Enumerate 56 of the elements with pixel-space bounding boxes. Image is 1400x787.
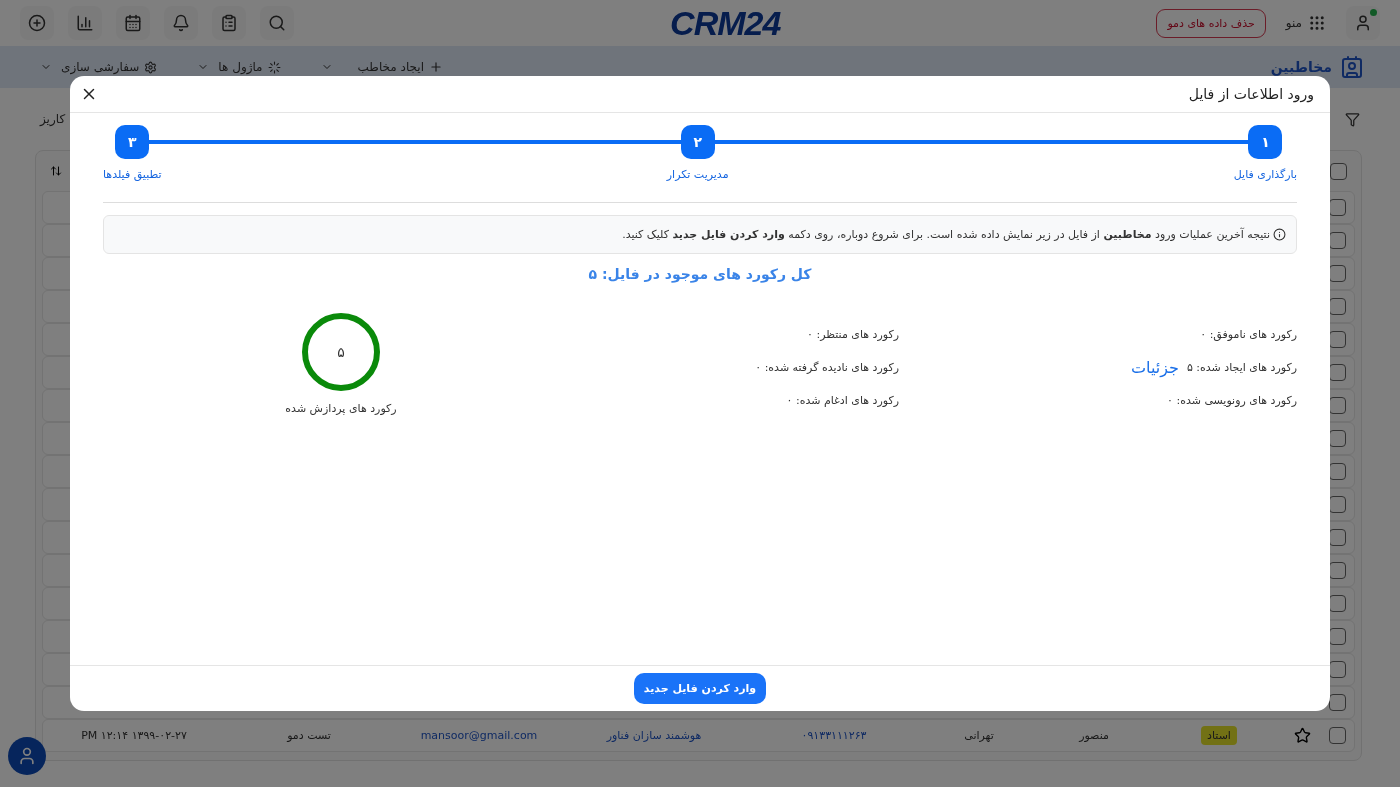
stat-text: رکورد های رونویسی شده: ۰ [1167, 394, 1297, 407]
grid-icon [1308, 14, 1326, 32]
user-button[interactable] [1346, 6, 1380, 40]
stat-text: رکورد های ایجاد شده: ۵ [1186, 361, 1297, 374]
toolbar-action[interactable]: سفارشی سازی [40, 60, 158, 74]
step-label: بارگذاری فایل [1233, 168, 1297, 181]
import-new-file-button[interactable]: وارد کردن فایل جدید [633, 673, 767, 704]
filter-text: کاریز [40, 112, 66, 126]
bell-icon[interactable] [164, 6, 198, 40]
tag: استاد [1201, 726, 1237, 745]
clipboard-icon[interactable] [212, 6, 246, 40]
stat-text: رکورد های نادیده گرفته شده: ۰ [755, 361, 899, 374]
sort-icon[interactable] [50, 165, 62, 177]
add-icon[interactable] [20, 6, 54, 40]
table-cell-text: تهرانی [963, 729, 995, 742]
page-title: مخاطبین [1270, 59, 1332, 75]
step-number[interactable]: ۳ [115, 125, 150, 159]
notice-text: نتیجه آخرین عملیات ورود مخاطبین از فایل در زیر نمایش داده شده است. برای شروع دوباره، روی دکمه وارد کردن فایل جدید کلیک کنید. [622, 228, 1270, 241]
stat-text: رکورد های منتظر: ۰ [807, 328, 899, 341]
email-link[interactable]: mansoor@gmail.com [404, 729, 554, 742]
toolbar-action[interactable]: ایجاد مخاطب [320, 60, 443, 74]
checkbox[interactable] [1330, 162, 1347, 180]
info-icon [1273, 228, 1286, 241]
ring-label: رکورد های پردازش شده [285, 402, 397, 415]
checkbox[interactable] [1329, 727, 1346, 744]
stat-text: رکورد های ناموفق: ۰ [1200, 328, 1297, 341]
logo: CRM24 [670, 3, 781, 43]
contacts-icon [1340, 55, 1364, 79]
table-cell-text: منصور [1077, 729, 1110, 742]
table-cell-text: ۱۳۹۹-۰۲-۲۷ ۱۲:۱۴ PM [80, 729, 188, 742]
step-number[interactable]: ۲ [680, 125, 715, 159]
phone-link[interactable]: ۰۹۱۳۳۱۱۱۲۶۳ [754, 729, 914, 742]
step-label: مدیریت تکرار [666, 168, 729, 181]
details-link[interactable]: جزئیات [1131, 358, 1179, 377]
delete-demo-button[interactable]: حذف داده های دمو [1156, 8, 1266, 38]
filter-icon[interactable] [1345, 111, 1360, 127]
user-avatar-button[interactable] [8, 737, 46, 775]
checkbox[interactable] [1329, 694, 1346, 711]
toolbar-action[interactable]: ماژول ها [197, 60, 281, 74]
plus-icon [428, 60, 443, 74]
menu-button[interactable]: منو [1279, 10, 1332, 36]
step-label: تطبیق فیلدها [103, 168, 162, 181]
company-link[interactable]: هوشمند سازان فناور [554, 729, 754, 742]
settings-icon [144, 60, 158, 74]
total-records: کل رکورد های موجود در فایل: ۵ [587, 266, 813, 282]
user-icon [1354, 14, 1372, 32]
ring-value: ۵ [337, 344, 345, 360]
calendar-icon[interactable] [116, 6, 150, 40]
search-icon[interactable] [260, 6, 294, 40]
step-number[interactable]: ۱ [1248, 125, 1283, 159]
chart-icon[interactable] [68, 6, 102, 40]
star-icon[interactable] [1294, 727, 1311, 744]
dialog-title: ورود اطلاعات از فایل [1188, 86, 1314, 102]
table-cell-text: تست دمو [285, 729, 332, 742]
stat-text: رکورد های ادغام شده: ۰ [786, 394, 899, 407]
user-icon [17, 746, 37, 766]
